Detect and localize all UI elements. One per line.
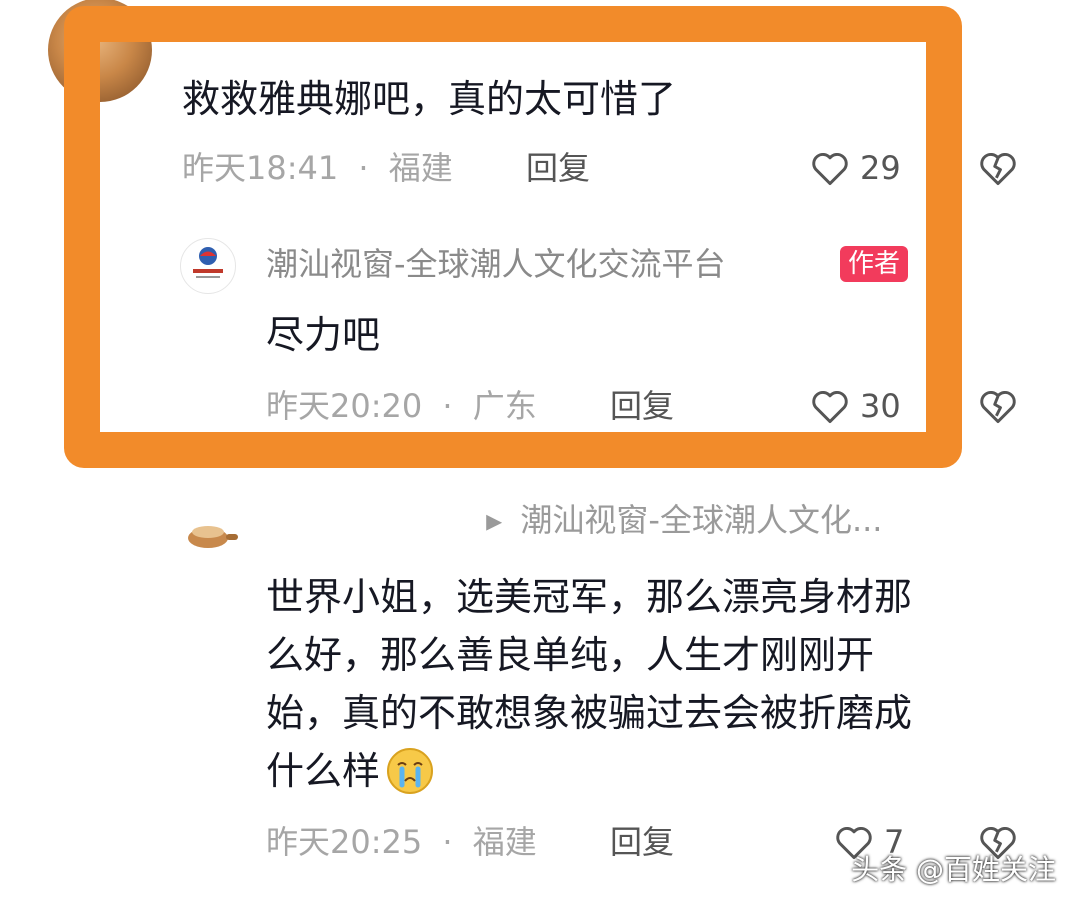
like-button[interactable]: 29 <box>810 148 901 188</box>
like-count: 30 <box>860 387 901 425</box>
reply-location: 福建 <box>472 823 537 861</box>
reply-text-line: 始，真的不敢想象被骗过去会被折磨成 <box>266 691 913 735</box>
reply-text-line: 么好，那么善良单纯，人生才刚刚开 <box>266 633 875 677</box>
reply-button[interactable]: 回复 <box>610 386 674 426</box>
dislike-button[interactable] <box>978 388 1018 424</box>
author-avatar[interactable] <box>180 238 236 294</box>
meta-separator: · <box>358 149 369 187</box>
like-button[interactable]: 30 <box>810 386 901 426</box>
replier-avatar[interactable] <box>184 512 240 556</box>
heart-outline-icon <box>812 153 848 186</box>
reply-text-block: 世界小姐，选美冠军，那么漂亮身材那 么好，那么善良单纯，人生才刚刚开 始，真的不… <box>266 568 1046 800</box>
reply-button[interactable]: 回复 <box>610 822 674 862</box>
reply-text-line: 什么样 <box>266 749 381 793</box>
reply-text-line: 世界小姐，选美冠军，那么漂亮身材那 <box>266 575 913 619</box>
replier-name-blurred[interactable] <box>268 500 468 540</box>
bowl-avatar-icon <box>188 526 238 548</box>
reply-header: ▸ 潮汕视窗-全球潮人文化... <box>268 500 882 540</box>
comment-text: 救救雅典娜吧，真的太可惜了 <box>182 77 677 121</box>
reply-time: 昨天20:25 <box>266 823 423 861</box>
reply-text: 尽力吧 <box>266 313 381 357</box>
reply-button[interactable]: 回复 <box>526 148 590 188</box>
comment-time: 昨天18:41 <box>182 149 339 187</box>
commenter-avatar[interactable] <box>48 0 152 102</box>
comment-meta: 昨天18:41 · 福建 <box>182 148 453 188</box>
reply-meta: 昨天20:25 · 福建 <box>266 822 537 862</box>
heart-outline-icon <box>812 391 848 424</box>
reply-to-arrow-icon: ▸ <box>486 501 503 539</box>
commenter-name-blurred <box>182 6 382 36</box>
meta-separator: · <box>442 387 453 425</box>
dislike-button[interactable] <box>978 150 1018 186</box>
reply-time: 昨天20:20 <box>266 387 423 425</box>
author-logo-icon <box>193 247 223 278</box>
broken-heart-icon <box>980 153 1016 186</box>
like-count: 29 <box>860 149 901 187</box>
reply-to-name[interactable]: 潮汕视窗-全球潮人文化... <box>520 501 882 539</box>
reply-meta: 昨天20:20 · 广东 <box>266 386 537 426</box>
broken-heart-icon <box>980 391 1016 424</box>
meta-separator: · <box>442 823 453 861</box>
reply-location: 广东 <box>472 387 537 425</box>
author-badge: 作者 <box>840 246 909 282</box>
watermark: 头条 @百姓关注 <box>851 853 1056 886</box>
author-name[interactable]: 潮汕视窗-全球潮人文化交流平台 <box>266 244 726 284</box>
comment-location: 福建 <box>388 149 453 187</box>
reply-text-last-line: 什么样 <box>266 742 1046 800</box>
crying-face-emoji-icon <box>387 748 434 794</box>
